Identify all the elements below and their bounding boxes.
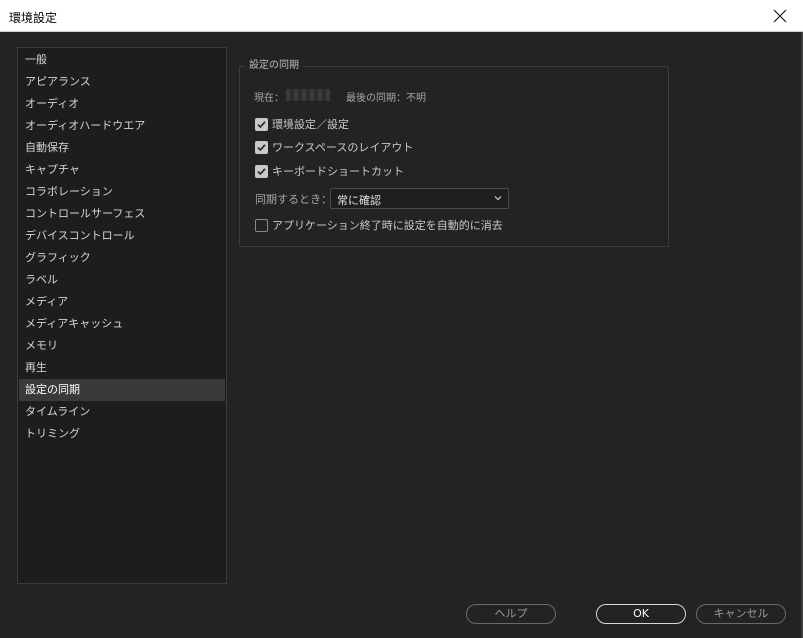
sidebar-item[interactable]: メディア	[19, 291, 225, 313]
checkbox-box	[255, 117, 268, 131]
clear-on-quit-checkbox[interactable]: アプリケーション終了時に設定を自動的に消去	[255, 217, 503, 233]
preferences-category-list: 一般 アピアランス オーディオ オーディオハードウエア 自動保存 キャプチャ コラボレーショ…	[17, 47, 227, 584]
sync-when-label: 同期するとき：	[255, 193, 332, 206]
close-button[interactable]	[757, 0, 803, 32]
ok-button[interactable]: OK	[596, 604, 686, 624]
sidebar-item[interactable]: 再生	[19, 357, 225, 379]
sidebar-item[interactable]: 自動保存	[19, 137, 225, 159]
checkbox-label: キーボードショートカット	[272, 165, 404, 178]
checkbox-label: 環境設定／設定	[272, 118, 349, 131]
sidebar-item[interactable]: グラフィック	[19, 247, 225, 269]
sync-when-dropdown[interactable]: 常に確認	[330, 188, 509, 209]
sync-workspace-checkbox[interactable]: ワークスペースのレイアウト	[255, 139, 413, 155]
group-title: 設定の同期	[245, 59, 303, 73]
checkbox-box	[255, 218, 268, 232]
sidebar-item[interactable]: キャプチャ	[19, 159, 225, 181]
title-bar: 環境設定	[0, 0, 803, 32]
sidebar-item[interactable]: オーディオ	[19, 93, 225, 115]
cancel-button[interactable]: キャンセル	[696, 604, 786, 624]
checkmark-icon	[257, 143, 266, 151]
preferences-window: 環境設定 一般 アピアランス オーディオ オーディオハードウエア 自動保存 キャプチャ コラ…	[0, 0, 803, 638]
checkbox-label: アプリケーション終了時に設定を自動的に消去	[272, 219, 503, 232]
redacted-account	[286, 89, 330, 101]
sidebar-item[interactable]: ラベル	[19, 269, 225, 291]
dropdown-value: 常に確認	[337, 194, 381, 207]
checkmark-icon	[257, 120, 266, 128]
sidebar-item[interactable]: 設定の同期	[19, 379, 225, 401]
sync-preferences-checkbox[interactable]: 環境設定／設定	[255, 116, 349, 132]
close-icon	[773, 9, 787, 23]
checkbox-label: ワークスペースのレイアウト	[272, 141, 414, 154]
checkbox-box	[255, 140, 268, 154]
window-title: 環境設定	[9, 11, 58, 25]
sidebar-item[interactable]: トリミング	[19, 423, 225, 445]
sync-shortcuts-checkbox[interactable]: キーボードショートカット	[255, 163, 404, 179]
last-sync-status: 最後の同期：不明	[346, 93, 426, 104]
chevron-down-icon	[494, 196, 502, 201]
checkmark-icon	[257, 167, 266, 175]
current-account-label: 現在：	[254, 93, 284, 104]
sidebar-item[interactable]: デバイスコントロール	[19, 225, 225, 247]
checkbox-box	[255, 164, 268, 178]
sidebar-item[interactable]: コントロールサーフェス	[19, 203, 225, 225]
sidebar-item[interactable]: メディアキャッシュ	[19, 313, 225, 335]
sidebar-item[interactable]: コラボレーション	[19, 181, 225, 203]
sidebar-item[interactable]: アピアランス	[19, 71, 225, 93]
sidebar-item[interactable]: タイムライン	[19, 401, 225, 423]
sidebar-item[interactable]: オーディオハードウエア	[19, 115, 225, 137]
sidebar-item[interactable]: 一般	[19, 49, 225, 71]
help-button[interactable]: ヘルプ	[466, 604, 556, 624]
sidebar-item[interactable]: メモリ	[19, 335, 225, 357]
